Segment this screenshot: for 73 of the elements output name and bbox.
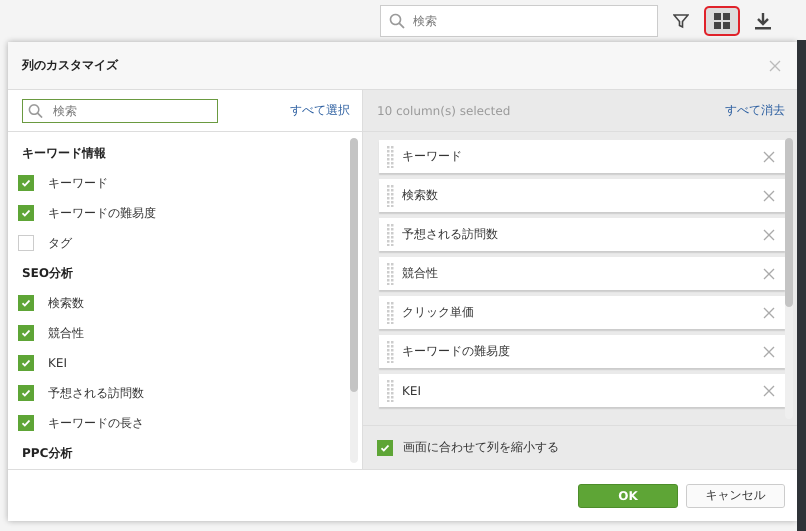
column-option-label[interactable]: キーワードの難易度 — [48, 204, 156, 222]
close-icon[interactable] — [763, 150, 775, 162]
column-card[interactable]: 競合性 — [379, 257, 785, 290]
column-option-label[interactable]: 検索数 — [48, 294, 84, 312]
checkbox[interactable] — [18, 205, 34, 221]
drag-handle-icon[interactable] — [387, 262, 394, 284]
column-card[interactable]: キーワード — [379, 140, 785, 173]
close-icon[interactable] — [763, 268, 775, 280]
check-icon — [21, 358, 31, 368]
scrollbar[interactable] — [785, 138, 793, 419]
column-option-label[interactable]: キーワードの長さ — [48, 414, 144, 432]
checkbox[interactable] — [18, 415, 34, 431]
column-option-label[interactable]: 予想される訪問数 — [48, 384, 144, 402]
close-icon[interactable] — [763, 346, 775, 358]
drag-handle-icon[interactable] — [387, 224, 394, 246]
check-icon — [21, 328, 31, 338]
cancel-button[interactable]: キャンセル — [686, 484, 785, 508]
column-option-label[interactable]: キーワード — [48, 174, 108, 192]
column-option-label[interactable]: タグ — [48, 234, 72, 252]
checkbox[interactable] — [18, 325, 34, 341]
checkbox[interactable] — [18, 235, 34, 251]
search-icon — [389, 13, 405, 29]
filter-icon — [673, 13, 689, 29]
close-icon[interactable] — [769, 60, 781, 72]
column-card[interactable]: 検索数 — [379, 179, 785, 212]
column-card[interactable]: 予想される訪問数 — [379, 218, 785, 251]
drag-handle-icon[interactable] — [387, 380, 394, 402]
search-field[interactable]: 検索 — [22, 98, 218, 122]
column-card[interactable]: キーワードの難易度 — [379, 335, 785, 368]
column-name: キーワードの難易度 — [402, 343, 511, 360]
close-icon[interactable] — [763, 228, 775, 240]
check-icon — [380, 442, 390, 452]
check-icon — [21, 298, 31, 308]
shrink-option-label[interactable]: 画面に合わせて列を縮小する — [403, 439, 559, 456]
column-name: 競合性 — [402, 265, 439, 282]
column-card[interactable]: クリック単価 — [379, 296, 785, 329]
drag-handle-icon[interactable] — [387, 302, 394, 324]
drag-handle-icon[interactable] — [387, 146, 394, 168]
search-field[interactable]: 検索 — [380, 5, 658, 37]
scrollbar[interactable] — [350, 138, 358, 463]
column-name: クリック単価 — [402, 304, 475, 321]
selected-count: 10 column(s) selected — [377, 104, 510, 118]
close-icon[interactable] — [763, 190, 775, 202]
group-title: SEO分析 — [21, 264, 74, 282]
column-name: 予想される訪問数 — [402, 226, 499, 243]
group-title: キーワード情報 — [21, 144, 107, 162]
search-icon — [28, 103, 43, 118]
close-icon[interactable] — [763, 306, 775, 318]
select-all-link[interactable]: すべて選択 — [290, 102, 350, 119]
check-icon — [21, 208, 31, 218]
column-name: 検索数 — [402, 187, 439, 204]
clear-all-link[interactable]: すべて消去 — [725, 102, 785, 119]
drag-handle-icon[interactable] — [387, 184, 394, 206]
checkbox[interactable] — [377, 440, 393, 456]
column-option-label[interactable]: KEI — [48, 356, 67, 370]
check-icon — [21, 388, 31, 398]
columns-button[interactable] — [704, 6, 740, 36]
group-title: PPC分析 — [21, 444, 74, 462]
check-icon — [21, 178, 31, 188]
column-card[interactable]: KEI — [379, 374, 785, 407]
checkbox[interactable] — [18, 295, 34, 311]
checkbox[interactable] — [18, 385, 34, 401]
check-icon — [21, 418, 31, 428]
download-icon — [755, 12, 771, 30]
dialog-title: 列のカスタマイズ — [22, 57, 118, 74]
checkbox[interactable] — [18, 175, 34, 191]
column-name: KEI — [402, 384, 422, 398]
grid-icon — [714, 13, 730, 29]
column-name: キーワード — [402, 148, 463, 165]
column-option-label[interactable]: 競合性 — [48, 324, 84, 342]
close-icon[interactable] — [763, 384, 775, 396]
drag-handle-icon[interactable] — [387, 340, 394, 362]
checkbox[interactable] — [18, 355, 34, 371]
